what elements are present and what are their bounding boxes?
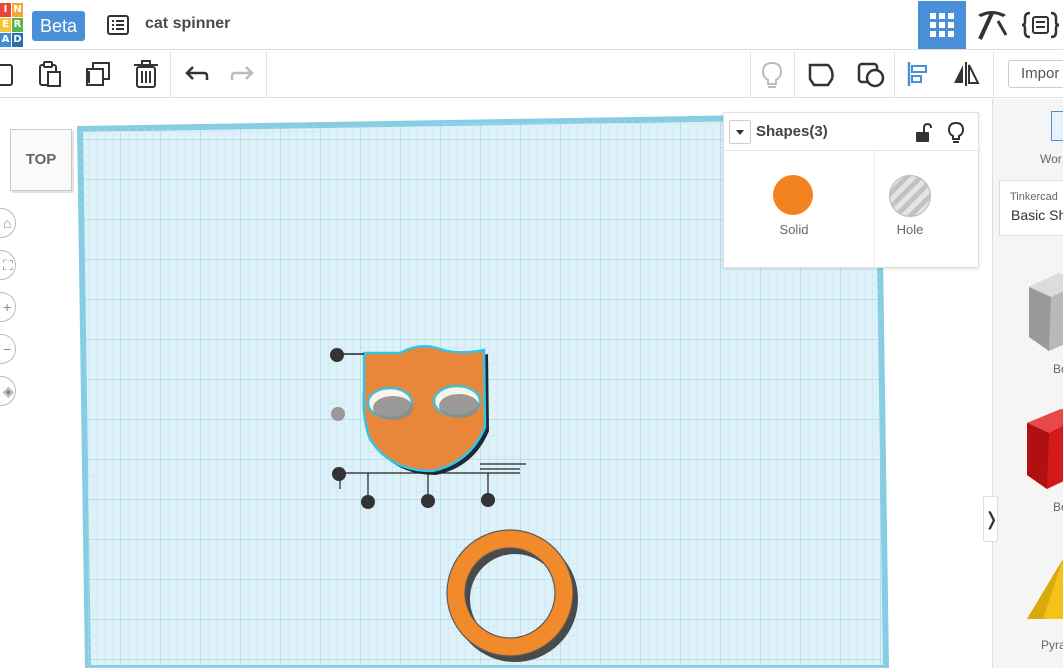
top-header: I N E R A D Beta cat spinner (0, 0, 1063, 50)
copy-icon (0, 64, 13, 86)
trash-icon (134, 60, 158, 88)
tinkercad-logo[interactable]: I N E R A D (0, 3, 24, 47)
collapse-inspector-button[interactable] (729, 120, 751, 144)
edit-toolbar: Impor (0, 51, 1063, 98)
inspector-header: Shapes(3) (724, 113, 980, 151)
3d-design-view-button[interactable] (918, 1, 966, 49)
ungroup-button[interactable] (856, 59, 886, 89)
fit-icon: ⛶ (3, 257, 13, 273)
toolbar-divider (266, 51, 267, 98)
toolbar-divider (170, 51, 171, 98)
show-all-button[interactable] (757, 59, 787, 89)
plus-icon: + (3, 299, 12, 315)
delete-button[interactable] (131, 59, 161, 89)
hole-swatch[interactable] (889, 175, 931, 217)
view-cube[interactable]: TOP (10, 129, 72, 191)
project-title[interactable]: cat spinner (145, 15, 230, 33)
home-icon: ⌂ (3, 215, 12, 231)
shape-inspector: Shapes(3) Solid Hole (723, 112, 980, 269)
library-item-label: Pyra (1041, 638, 1063, 652)
paste-button[interactable] (35, 59, 65, 89)
align-icon (907, 62, 927, 86)
unlock-icon (916, 122, 932, 142)
duplicate-icon (86, 62, 110, 86)
duplicate-button[interactable] (83, 59, 113, 89)
design-list-icon[interactable] (106, 13, 130, 37)
cube-icon: ◈ (3, 383, 14, 399)
pyramid-thumbnail[interactable] (1023, 559, 1063, 629)
library-item-label: Bo (1053, 362, 1063, 376)
beta-badge[interactable]: Beta (32, 11, 86, 41)
mirror-button[interactable] (951, 59, 981, 89)
lightbulb-icon (761, 61, 783, 88)
workplane-icon[interactable] (1051, 111, 1063, 141)
clipboard-icon (39, 61, 61, 87)
logo-letter: D (12, 33, 23, 47)
collapse-library-button[interactable]: ❭ (983, 496, 999, 542)
code-braces-icon (1021, 11, 1060, 39)
box-shape-thumbnail[interactable] (1021, 267, 1063, 357)
logo-letter: E (0, 18, 11, 32)
mirror-icon (954, 62, 980, 86)
resize-handle[interactable] (332, 467, 346, 481)
codeblocks-view-button[interactable] (1018, 1, 1063, 49)
toolbar-divider (993, 51, 994, 98)
pickaxe-icon (978, 11, 1008, 40)
logo-letter: A (0, 33, 11, 47)
lock-button[interactable] (914, 122, 932, 143)
grid-icon (930, 13, 954, 37)
redo-button[interactable] (228, 59, 258, 89)
inspector-divider (874, 151, 875, 269)
solid-label: Solid (779, 222, 809, 237)
logo-letter: N (12, 3, 23, 17)
copy-button[interactable] (0, 59, 16, 89)
lightbulb-icon (947, 121, 965, 143)
group-button[interactable] (806, 59, 836, 89)
shape-category-dropdown[interactable]: Tinkercad Basic Sh (999, 180, 1063, 236)
logo-letter: R (12, 18, 23, 32)
resize-handle[interactable] (481, 493, 495, 507)
redo-icon (230, 66, 254, 80)
solid-color-swatch[interactable] (773, 175, 813, 215)
resize-handle[interactable] (331, 407, 345, 421)
undo-button[interactable] (181, 59, 211, 89)
toolbar-divider (750, 51, 751, 98)
undo-icon (185, 66, 209, 80)
group-icon (808, 63, 834, 87)
ungroup-icon (857, 62, 885, 88)
inspector-title: Shapes(3) (756, 123, 828, 140)
toolbar-divider (894, 51, 895, 98)
category-name: Basic Sh (1011, 207, 1063, 223)
resize-handle[interactable] (330, 348, 344, 362)
hole-label: Hole (896, 222, 924, 237)
box-red-thumbnail[interactable] (1021, 405, 1063, 495)
hide-button[interactable] (947, 121, 965, 144)
tinkercad-editor: I N E R A D Beta cat spinner Impor TOP ⌂… (0, 0, 1063, 668)
resize-handle[interactable] (361, 495, 375, 509)
toolbar-divider (794, 51, 795, 98)
resize-handle[interactable] (421, 494, 435, 508)
import-button[interactable]: Impor (1008, 60, 1063, 88)
shape-library-panel: Wor Tinkercad Basic Sh Bo Bo Pyra (992, 99, 1063, 668)
category-source: Tinkercad (1010, 191, 1058, 203)
workplane-label[interactable]: Wor (1040, 152, 1062, 166)
blocks-view-button[interactable] (970, 1, 1014, 49)
logo-letter: I (0, 3, 11, 17)
minus-icon: − (3, 341, 12, 357)
library-item-label: Bo (1053, 500, 1063, 514)
align-button[interactable] (903, 59, 933, 89)
